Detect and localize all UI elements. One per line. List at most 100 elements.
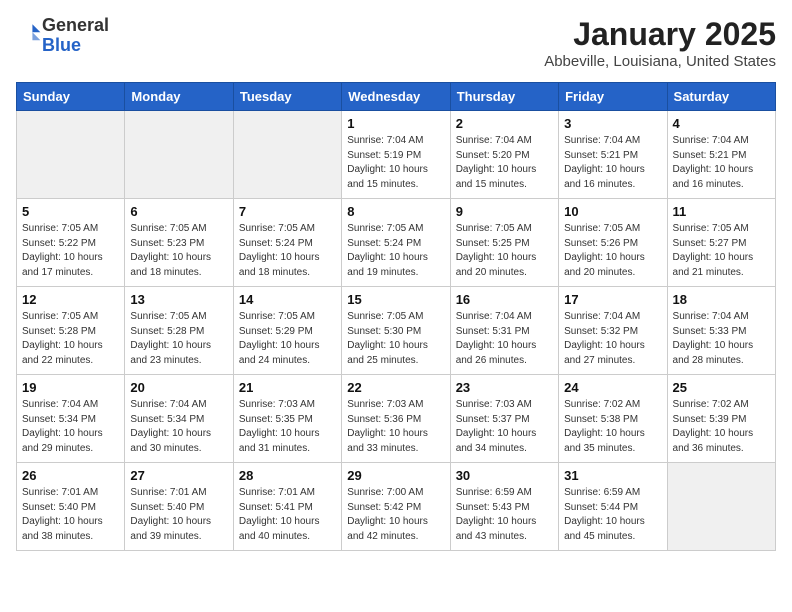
weekday-header: Saturday xyxy=(667,83,775,111)
calendar-cell: 10 Sunrise: 7:05 AM Sunset: 5:26 PM Dayli… xyxy=(559,199,667,287)
calendar-cell: 23 Sunrise: 7:03 AM Sunset: 5:37 PM Dayli… xyxy=(450,375,558,463)
calendar-cell: 6 Sunrise: 7:05 AM Sunset: 5:23 PM Daylig… xyxy=(125,199,233,287)
title-block: January 2025 Abbeville, Louisiana, Unite… xyxy=(544,16,776,70)
day-number: 6 xyxy=(130,204,227,219)
calendar-cell: 18 Sunrise: 7:04 AM Sunset: 5:33 PM Dayli… xyxy=(667,287,775,375)
logo-icon xyxy=(18,21,42,45)
logo-general: General xyxy=(42,15,109,35)
day-info: Sunrise: 7:05 AM Sunset: 5:22 PM Dayligh… xyxy=(22,222,119,280)
day-info: Sunrise: 7:04 AM Sunset: 5:19 PM Dayligh… xyxy=(347,134,444,192)
logo-text: General Blue xyxy=(42,16,109,56)
calendar-cell: 4 Sunrise: 7:04 AM Sunset: 5:21 PM Daylig… xyxy=(667,111,775,199)
day-number: 18 xyxy=(673,292,770,307)
day-info: Sunrise: 7:04 AM Sunset: 5:32 PM Dayligh… xyxy=(564,310,661,368)
logo: General Blue xyxy=(16,16,109,56)
calendar-cell: 16 Sunrise: 7:04 AM Sunset: 5:31 PM Dayli… xyxy=(450,287,558,375)
day-info: Sunrise: 7:03 AM Sunset: 5:37 PM Dayligh… xyxy=(456,398,553,456)
calendar-cell: 2 Sunrise: 7:04 AM Sunset: 5:20 PM Daylig… xyxy=(450,111,558,199)
calendar-cell: 28 Sunrise: 7:01 AM Sunset: 5:41 PM Dayli… xyxy=(233,463,341,551)
calendar-week-row: 12 Sunrise: 7:05 AM Sunset: 5:28 PM Dayli… xyxy=(17,287,776,375)
calendar-cell: 29Sunrise: 7:00 AM Sunset: 5:42 PM Dayli… xyxy=(342,463,450,551)
day-number: 19 xyxy=(22,380,119,395)
day-info: Sunrise: 7:04 AM Sunset: 5:20 PM Dayligh… xyxy=(456,134,553,192)
day-number: 8 xyxy=(347,204,444,219)
day-number: 11 xyxy=(673,204,770,219)
day-info: Sunrise: 7:02 AM Sunset: 5:38 PM Dayligh… xyxy=(564,398,661,456)
day-info: Sunrise: 7:05 AM Sunset: 5:28 PM Dayligh… xyxy=(130,310,227,368)
weekday-header: Thursday xyxy=(450,83,558,111)
weekday-header: Friday xyxy=(559,83,667,111)
day-info: Sunrise: 7:04 AM Sunset: 5:31 PM Dayligh… xyxy=(456,310,553,368)
day-info: Sunrise: 7:05 AM Sunset: 5:26 PM Dayligh… xyxy=(564,222,661,280)
day-number: 28 xyxy=(239,468,336,483)
calendar-cell: 5 Sunrise: 7:05 AM Sunset: 5:22 PM Daylig… xyxy=(17,199,125,287)
day-number: 24 xyxy=(564,380,661,395)
day-number: 21 xyxy=(239,380,336,395)
day-info: Sunrise: 7:05 AM Sunset: 5:28 PM Dayligh… xyxy=(22,310,119,368)
calendar-cell: 24 Sunrise: 7:02 AM Sunset: 5:38 PM Dayli… xyxy=(559,375,667,463)
calendar-cell: 26Sunrise: 7:01 AM Sunset: 5:40 PM Dayli… xyxy=(17,463,125,551)
day-number: 7 xyxy=(239,204,336,219)
day-number: 4 xyxy=(673,116,770,131)
calendar-cell: 8 Sunrise: 7:05 AM Sunset: 5:24 PM Daylig… xyxy=(342,199,450,287)
day-info: Sunrise: 7:04 AM Sunset: 5:21 PM Dayligh… xyxy=(673,134,770,192)
calendar-subtitle: Abbeville, Louisiana, United States xyxy=(544,53,776,70)
day-number: 25 xyxy=(673,380,770,395)
calendar-cell: 25 Sunrise: 7:02 AM Sunset: 5:39 PM Dayli… xyxy=(667,375,775,463)
calendar-table: SundayMondayTuesdayWednesdayThursdayFrid… xyxy=(16,82,776,551)
day-info: Sunrise: 7:04 AM Sunset: 5:33 PM Dayligh… xyxy=(673,310,770,368)
day-number: 9 xyxy=(456,204,553,219)
day-info: Sunrise: 7:05 AM Sunset: 5:24 PM Dayligh… xyxy=(239,222,336,280)
day-info: Sunrise: 7:03 AM Sunset: 5:36 PM Dayligh… xyxy=(347,398,444,456)
calendar-cell xyxy=(125,111,233,199)
weekday-header: Tuesday xyxy=(233,83,341,111)
day-number: 12 xyxy=(22,292,119,307)
day-info: Sunrise: 7:05 AM Sunset: 5:29 PM Dayligh… xyxy=(239,310,336,368)
day-number: 2 xyxy=(456,116,553,131)
calendar-cell: 31 Sunrise: 6:59 AM Sunset: 5:44 PM Dayli… xyxy=(559,463,667,551)
day-info: Sunrise: 7:04 AM Sunset: 5:21 PM Dayligh… xyxy=(564,134,661,192)
day-number: 26 xyxy=(22,468,119,483)
day-info: Sunrise: 7:03 AM Sunset: 5:35 PM Dayligh… xyxy=(239,398,336,456)
calendar-cell: 20 Sunrise: 7:04 AM Sunset: 5:34 PM Dayli… xyxy=(125,375,233,463)
day-info: Sunrise: 7:01 AM Sunset: 5:41 PM Dayligh… xyxy=(239,486,336,544)
day-info: Sunrise: 7:04 AM Sunset: 5:34 PM Dayligh… xyxy=(22,398,119,456)
weekday-header-row: SundayMondayTuesdayWednesdayThursdayFrid… xyxy=(17,83,776,111)
day-number: 30 xyxy=(456,468,553,483)
day-info: Sunrise: 7:05 AM Sunset: 5:25 PM Dayligh… xyxy=(456,222,553,280)
day-number: 3 xyxy=(564,116,661,131)
weekday-header: Sunday xyxy=(17,83,125,111)
calendar-week-row: 1Sunrise: 7:04 AM Sunset: 5:19 PM Daylig… xyxy=(17,111,776,199)
calendar-cell: 11 Sunrise: 7:05 AM Sunset: 5:27 PM Dayli… xyxy=(667,199,775,287)
page-header: General Blue January 2025 Abbeville, Lou… xyxy=(16,16,776,70)
calendar-cell: 7 Sunrise: 7:05 AM Sunset: 5:24 PM Daylig… xyxy=(233,199,341,287)
day-number: 10 xyxy=(564,204,661,219)
weekday-header: Monday xyxy=(125,83,233,111)
calendar-cell xyxy=(667,463,775,551)
day-number: 13 xyxy=(130,292,227,307)
calendar-title: January 2025 xyxy=(544,16,776,53)
calendar-cell: 12 Sunrise: 7:05 AM Sunset: 5:28 PM Dayli… xyxy=(17,287,125,375)
calendar-cell: 14Sunrise: 7:05 AM Sunset: 5:29 PM Dayli… xyxy=(233,287,341,375)
calendar-cell: 21 Sunrise: 7:03 AM Sunset: 5:35 PM Dayli… xyxy=(233,375,341,463)
day-info: Sunrise: 7:05 AM Sunset: 5:27 PM Dayligh… xyxy=(673,222,770,280)
day-info: Sunrise: 7:04 AM Sunset: 5:34 PM Dayligh… xyxy=(130,398,227,456)
day-info: Sunrise: 7:05 AM Sunset: 5:23 PM Dayligh… xyxy=(130,222,227,280)
day-number: 23 xyxy=(456,380,553,395)
day-number: 5 xyxy=(22,204,119,219)
day-info: Sunrise: 6:59 AM Sunset: 5:44 PM Dayligh… xyxy=(564,486,661,544)
day-number: 16 xyxy=(456,292,553,307)
day-number: 29 xyxy=(347,468,444,483)
day-info: Sunrise: 7:02 AM Sunset: 5:39 PM Dayligh… xyxy=(673,398,770,456)
day-number: 15 xyxy=(347,292,444,307)
weekday-header: Wednesday xyxy=(342,83,450,111)
day-number: 27 xyxy=(130,468,227,483)
calendar-cell: 30Sunrise: 6:59 AM Sunset: 5:43 PM Dayli… xyxy=(450,463,558,551)
day-info: Sunrise: 7:05 AM Sunset: 5:24 PM Dayligh… xyxy=(347,222,444,280)
day-number: 31 xyxy=(564,468,661,483)
day-number: 20 xyxy=(130,380,227,395)
calendar-cell: 3 Sunrise: 7:04 AM Sunset: 5:21 PM Daylig… xyxy=(559,111,667,199)
calendar-cell: 1Sunrise: 7:04 AM Sunset: 5:19 PM Daylig… xyxy=(342,111,450,199)
calendar-cell: 17Sunrise: 7:04 AM Sunset: 5:32 PM Dayli… xyxy=(559,287,667,375)
calendar-cell: 27Sunrise: 7:01 AM Sunset: 5:40 PM Dayli… xyxy=(125,463,233,551)
